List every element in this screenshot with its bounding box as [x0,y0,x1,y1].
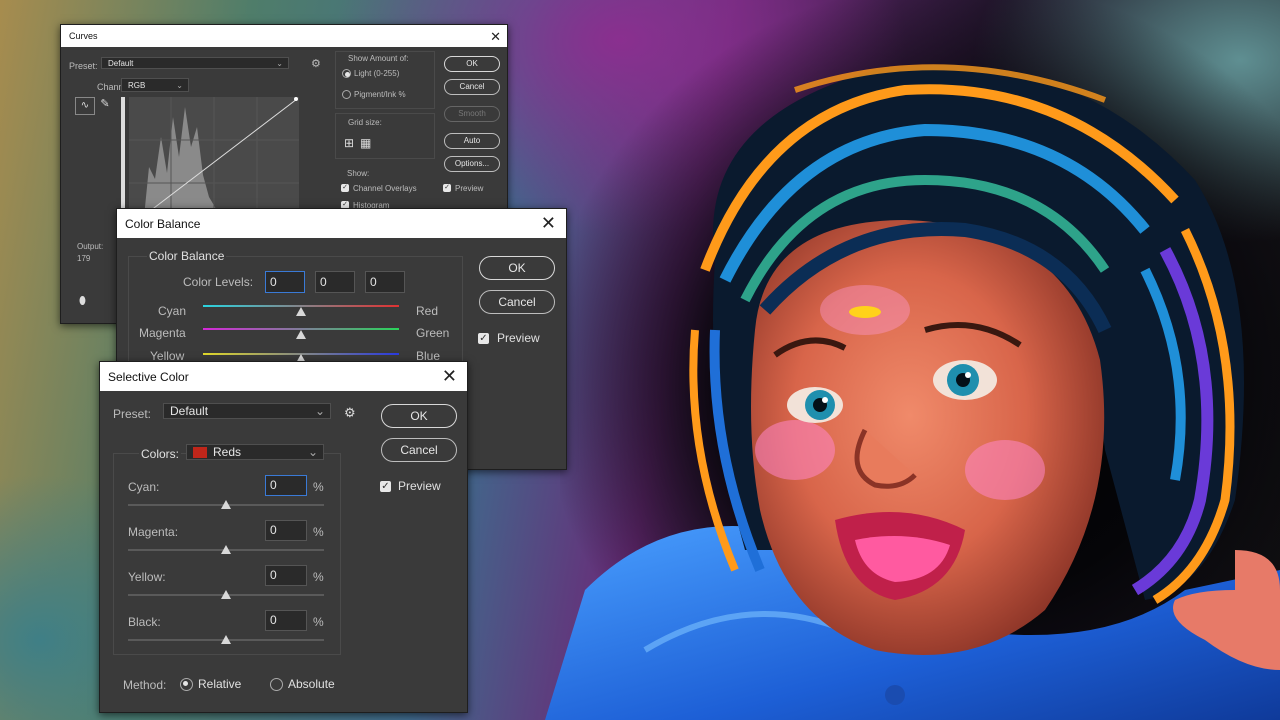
pencil-icon[interactable]: ✎ [98,97,112,113]
pigment-radio[interactable] [342,90,351,99]
cancel-button[interactable]: Cancel [479,290,555,314]
options-button[interactable]: Options... [444,156,500,172]
ok-button[interactable]: OK [381,404,457,428]
channel-overlays-checkbox[interactable]: ✓ [341,184,349,192]
absolute-label: Absolute [288,677,335,691]
selective-color-dialog: Selective Color ✕ Preset: Default ⌄ ⚙ Co… [99,361,468,713]
chevron-down-icon: ⌄ [276,59,283,68]
gear-icon[interactable]: ⚙ [311,57,321,70]
magenta-label: Magenta: [128,525,179,539]
green-label: Green [416,326,450,340]
close-icon[interactable]: ✕ [490,28,501,46]
preset-value: Default [108,59,134,68]
output-value: 179 [77,254,91,263]
preview-checkbox[interactable]: ✓ [380,481,391,492]
group-label: Color Balance [147,249,227,263]
yellow-unit: % [313,570,324,584]
method-label: Method: [123,678,167,692]
colors-select[interactable]: Reds ⌄ [186,444,324,460]
black-input[interactable]: 0 [265,610,307,631]
pigment-option: Pigment/Ink % [354,90,406,99]
show-label: Show: [347,169,370,178]
magenta-unit: % [313,525,324,539]
preview-checkbox[interactable]: ✓ [443,184,451,192]
relative-label: Relative [198,677,242,691]
cyan-red-slider-thumb[interactable] [296,307,306,316]
eyedropper-icon[interactable]: ⬮ [79,295,86,308]
smooth-button[interactable]: Smooth [444,106,500,122]
cyan-unit: % [313,480,324,494]
light-option: Light (0-255) [354,69,400,78]
cyan-label: Cyan: [128,480,160,494]
colors-value: Reds [213,445,242,459]
preset-select[interactable]: Default ⌄ [163,403,331,419]
close-icon[interactable]: ✕ [442,367,457,385]
magenta-input[interactable]: 0 [265,520,307,541]
curves-title: Curves [69,31,98,41]
selective-color-titlebar: Selective Color ✕ [100,362,467,391]
auto-button[interactable]: Auto [444,133,500,149]
selective-color-title: Selective Color [108,369,189,384]
simple-grid-icon[interactable]: ⊞ [344,136,354,150]
red-label: Red [416,304,439,318]
yellow-input[interactable]: 0 [265,565,307,586]
black-label: Black: [128,615,161,629]
chevron-down-icon: ⌄ [176,81,183,90]
baby-portrait-illustration [545,64,1280,720]
black-unit: % [313,615,324,629]
absolute-radio[interactable] [270,678,283,691]
preview-label: Preview [455,184,484,193]
cancel-button[interactable]: Cancel [444,79,500,95]
yellow-slider-thumb[interactable] [221,590,231,599]
channel-value: RGB [128,81,146,90]
preset-label: Preset: [69,61,98,71]
show-amount-label: Show Amount of: [348,54,409,63]
level-3-input[interactable]: 0 [365,271,405,293]
color-balance-title: Color Balance [125,216,201,231]
grid-size-label: Grid size: [348,118,382,127]
channel-overlays-label: Channel Overlays [353,184,417,193]
cyan-input[interactable]: 0 [265,475,307,496]
black-slider-thumb[interactable] [221,635,231,644]
chevron-down-icon: ⌄ [307,445,318,459]
magenta-slider-thumb[interactable] [221,545,231,554]
magenta-label: Magenta [139,326,186,340]
color-levels-label: Color Levels: [183,275,254,289]
cyan-label: Cyan [158,304,187,318]
gear-icon[interactable]: ⚙ [344,405,356,421]
close-icon[interactable]: ✕ [541,214,556,232]
curve-tool-icon[interactable]: ∿ [75,97,95,115]
chevron-down-icon: ⌄ [314,404,325,418]
preset-select[interactable]: Default ⌄ [101,57,289,69]
color-swatch [193,447,207,458]
yellow-label: Yellow: [128,570,166,584]
curves-titlebar: Curves ✕ [61,25,507,47]
light-radio[interactable] [342,69,351,78]
preview-label: Preview [497,331,540,345]
channel-select[interactable]: RGB ⌄ [121,78,189,92]
level-1-input[interactable]: 0 [265,271,305,293]
output-label: Output: [77,242,104,251]
show-amount-group: Show Amount of: Light (0-255) Pigment/In… [335,51,435,109]
preview-checkbox[interactable]: ✓ [478,333,489,344]
preset-value: Default [170,404,209,418]
grid-size-group: Grid size: ⊞ ▦ [335,113,435,159]
preview-label: Preview [398,479,441,493]
ok-button[interactable]: OK [479,256,555,280]
ok-button[interactable]: OK [444,56,500,72]
colors-label: Colors: [139,447,182,461]
color-balance-titlebar: Color Balance ✕ [117,209,566,238]
detailed-grid-icon[interactable]: ▦ [360,136,371,150]
cyan-slider-thumb[interactable] [221,500,231,509]
preset-label: Preset: [113,407,152,421]
level-2-input[interactable]: 0 [315,271,355,293]
magenta-green-slider-thumb[interactable] [296,330,306,339]
relative-radio[interactable] [180,678,193,691]
cancel-button[interactable]: Cancel [381,438,457,462]
